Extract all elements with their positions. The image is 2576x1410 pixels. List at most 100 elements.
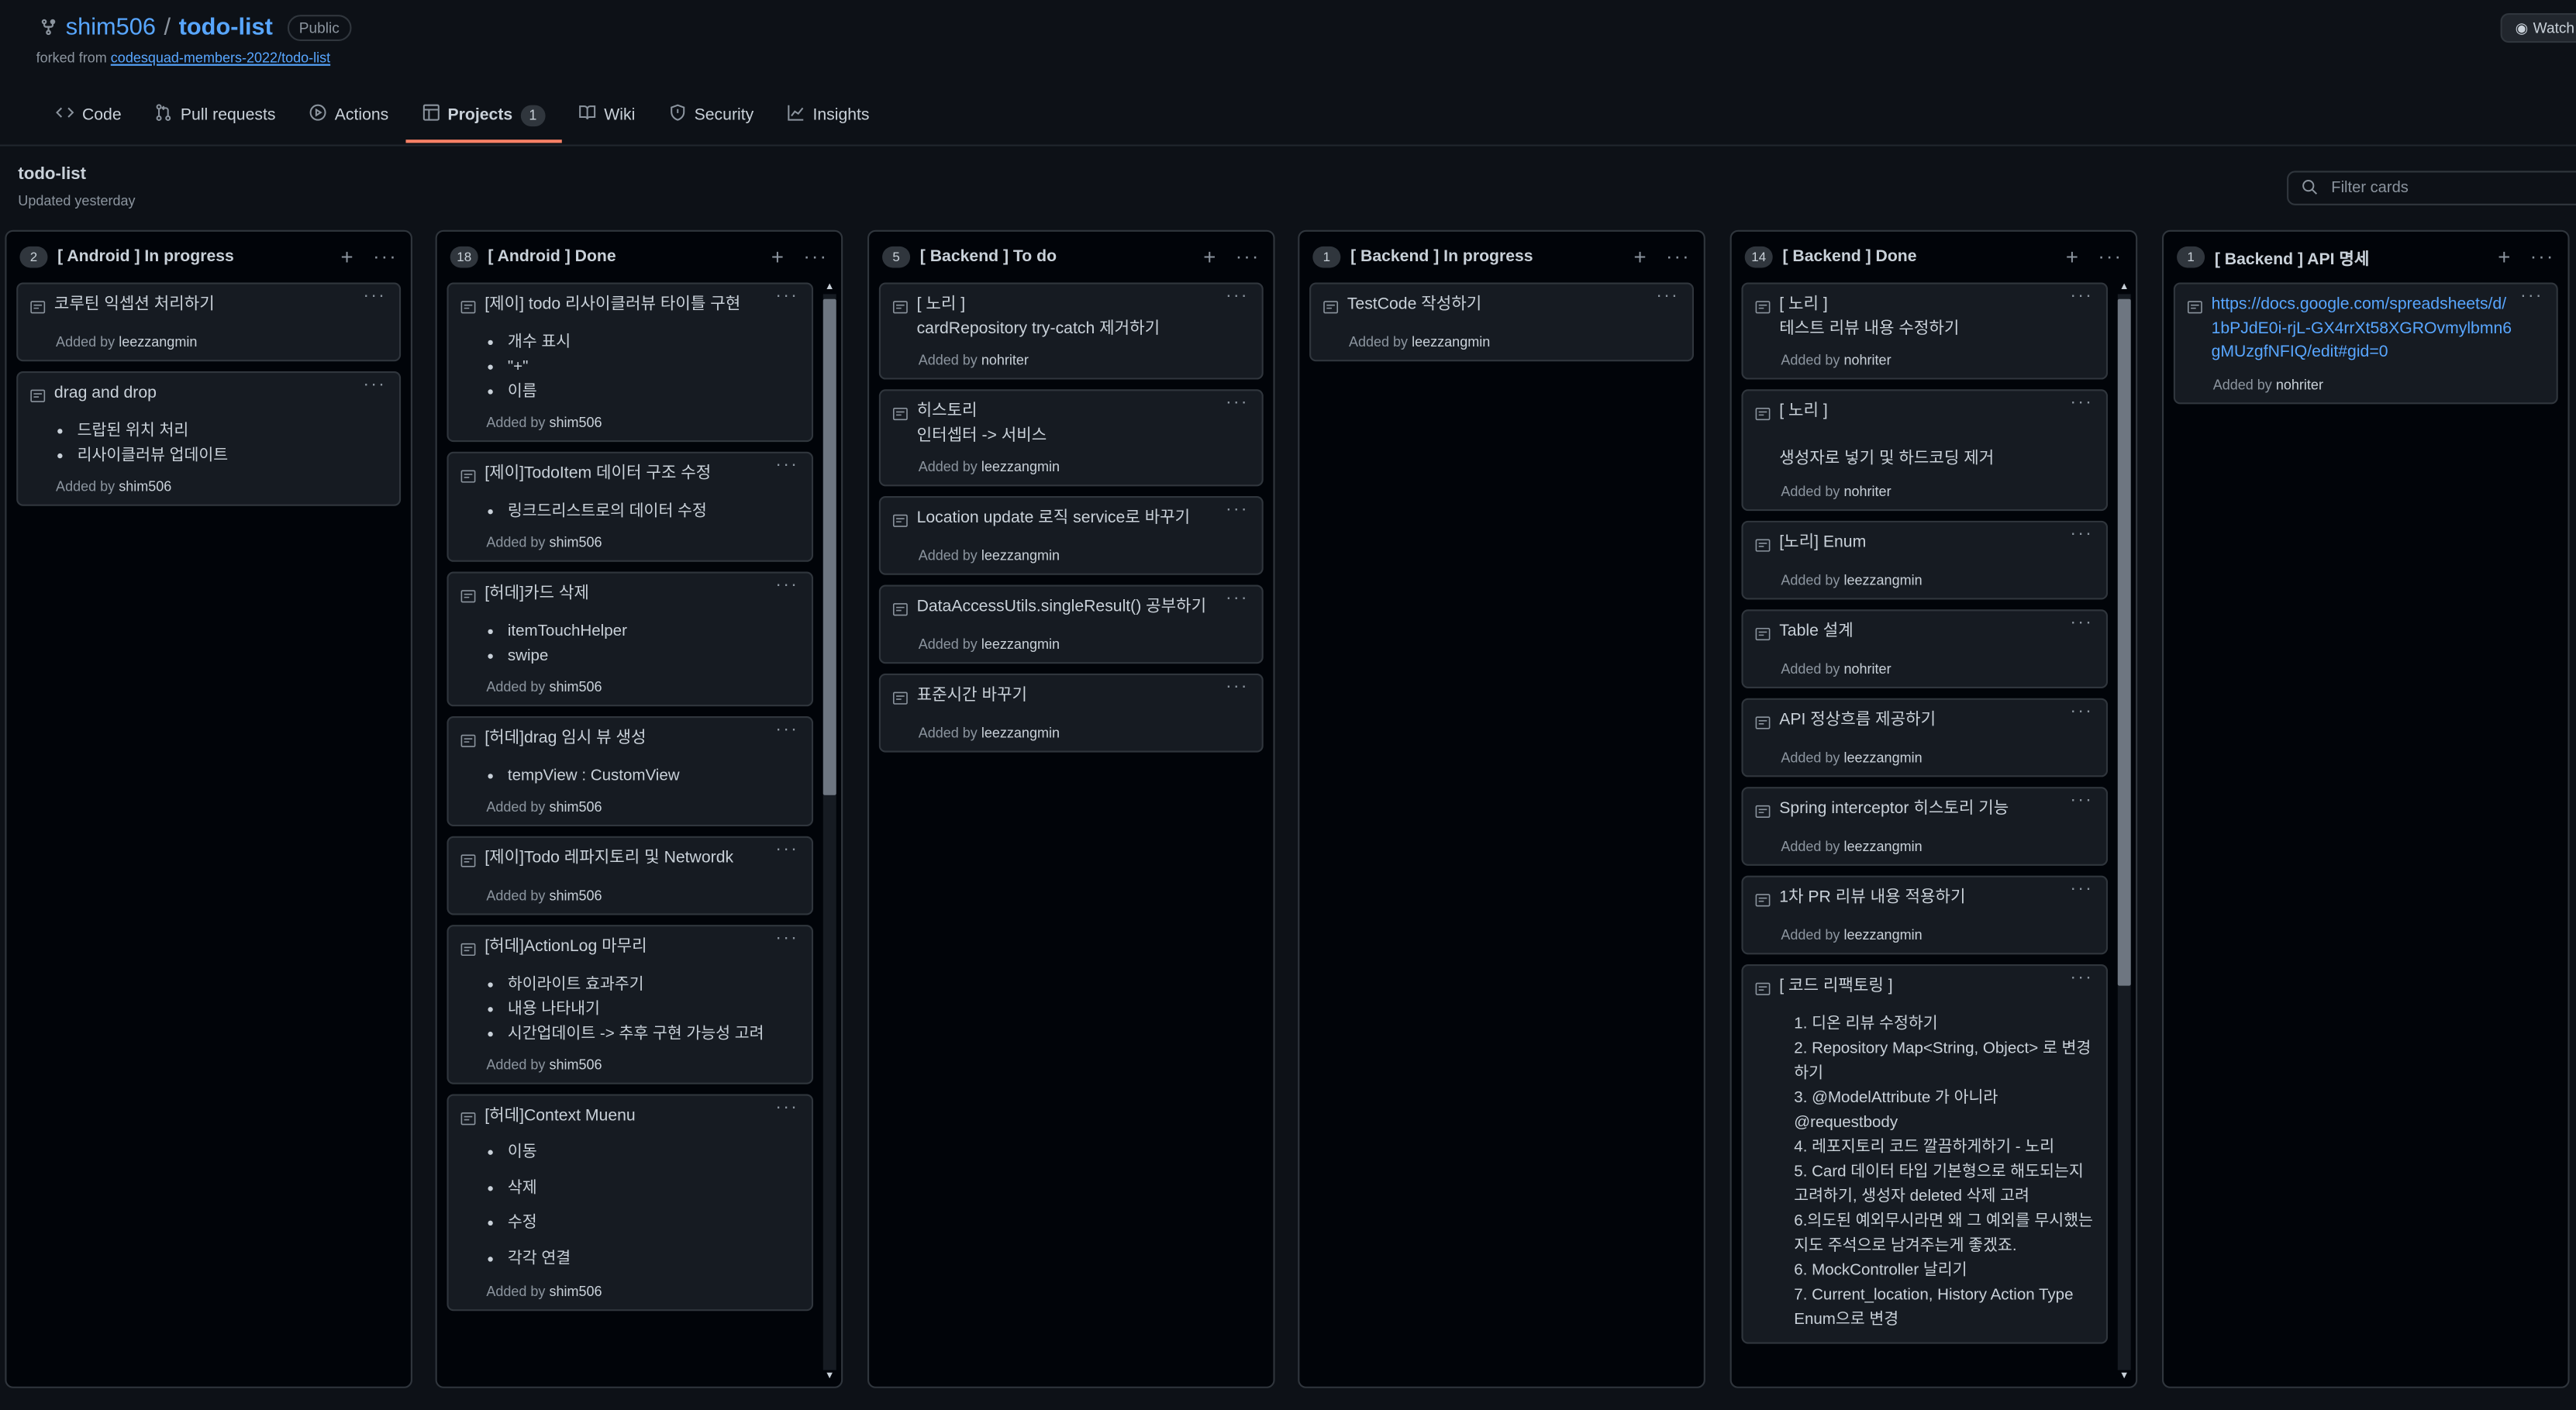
tab-security[interactable]: Security [652, 91, 771, 143]
project-card[interactable]: [ 노리 ] 테스트 리뷰 내용 수정하기 ··· Added by nohrite… [1741, 282, 2109, 380]
tab-code[interactable]: Code [40, 91, 138, 143]
card-author[interactable]: leezzangmin [1412, 333, 1490, 350]
card-author[interactable]: leezzangmin [119, 333, 197, 350]
add-card-icon[interactable]: + [771, 246, 784, 267]
forked-from-link[interactable]: codesquad-members-2022/todo-list [111, 50, 330, 66]
card-menu-icon[interactable]: ··· [775, 839, 798, 859]
project-card[interactable]: drag and drop ··· 드랍된 위치 처리리사이클러뷰 업데이트 Adde… [16, 371, 402, 506]
project-card[interactable]: [허데]Context Muenu ··· 이동삭제수정각각 연결 Added by … [447, 1094, 814, 1312]
card-menu-icon[interactable]: ··· [1226, 393, 1249, 412]
card-menu-icon[interactable]: ··· [1226, 588, 1249, 608]
column-scrollbar[interactable]: ▲ ▼ [2117, 281, 2131, 1383]
card-author[interactable]: shim506 [549, 798, 602, 815]
card-menu-icon[interactable]: ··· [2520, 286, 2543, 305]
card-menu-icon[interactable]: ··· [1226, 677, 1249, 696]
repo-owner-link[interactable]: shim506 [66, 15, 156, 41]
filter-cards-input[interactable] [2328, 177, 2576, 199]
card-menu-icon[interactable]: ··· [2070, 393, 2093, 412]
card-menu-icon[interactable]: ··· [775, 286, 798, 305]
project-card[interactable]: Table 설계 ··· Added by nohriter [1741, 608, 2109, 688]
card-menu-icon[interactable]: ··· [363, 286, 386, 305]
card-author[interactable]: shim506 [549, 414, 602, 430]
card-menu-icon[interactable]: ··· [1226, 286, 1249, 305]
add-card-icon[interactable]: + [2498, 246, 2510, 267]
scroll-down-icon[interactable]: ▼ [823, 1370, 836, 1383]
card-menu-icon[interactable]: ··· [2070, 878, 2093, 898]
project-card[interactable]: [허데]카드 삭제 ··· itemTouchHelperswipe Added by… [447, 571, 814, 707]
tab-projects[interactable]: Projects 1 [405, 91, 562, 143]
add-card-icon[interactable]: + [1633, 246, 1646, 267]
card-author[interactable]: shim506 [119, 478, 171, 495]
project-card[interactable]: API 정상흐름 제공하기 ··· Added by leezzangmin [1741, 697, 2109, 777]
column-menu-icon[interactable]: ··· [803, 246, 828, 266]
card-menu-icon[interactable]: ··· [2070, 286, 2093, 305]
card-author[interactable]: leezzangmin [981, 547, 1060, 564]
card-author[interactable]: nohriter [1843, 482, 1891, 498]
card-menu-icon[interactable]: ··· [775, 928, 798, 947]
scrollbar-thumb[interactable] [822, 298, 836, 795]
project-card[interactable]: 1차 PR 리뷰 내용 적용하기 ··· Added by leezzangmin [1741, 874, 2109, 954]
project-card[interactable]: 표준시간 바꾸기 ··· Added by leezzangmin [878, 673, 1264, 753]
card-menu-icon[interactable]: ··· [775, 455, 798, 474]
project-card[interactable]: [제이]TodoItem 데이터 구조 수정 ··· 링크드리스트로의 데이터 수정… [447, 451, 814, 562]
project-card[interactable]: 코루틴 익셉션 처리하기 ··· Added by leezzangmin [16, 282, 402, 362]
project-card[interactable]: https://docs.google.com/spreadsheets/d/1… [2173, 282, 2558, 404]
column-menu-icon[interactable]: ··· [1236, 246, 1260, 266]
project-card[interactable]: [ 코드 리팩토링 ] ··· 1. 디온 리뷰 수정하기 2. Repository… [1741, 963, 2109, 1343]
scroll-down-icon[interactable]: ▼ [2118, 1370, 2131, 1383]
repo-name-link[interactable]: todo-list [179, 15, 273, 41]
tab-insights[interactable]: Insights [770, 91, 885, 143]
card-author[interactable]: shim506 [549, 534, 602, 550]
project-card[interactable]: 히스토리 인터셉터 -> 서비스 ··· Added by leezzangmin [878, 389, 1264, 487]
project-card[interactable]: [ 노리 ] cardRepository try-catch 제거하기 ··· A… [878, 282, 1264, 380]
add-card-icon[interactable]: + [1203, 246, 1216, 267]
project-card[interactable]: TestCode 작성하기 ··· Added by leezzangmin [1309, 282, 1694, 362]
card-link[interactable]: https://docs.google.com/spreadsheets/d/1… [2212, 295, 2512, 361]
card-author[interactable]: leezzangmin [1843, 837, 1922, 853]
add-card-icon[interactable]: + [2066, 246, 2078, 267]
tab-wiki[interactable]: Wiki [561, 91, 651, 143]
card-author[interactable]: nohriter [981, 352, 1029, 368]
card-menu-icon[interactable]: ··· [2070, 523, 2093, 543]
card-author[interactable]: nohriter [1843, 352, 1891, 368]
column-scrollbar[interactable]: ▲ ▼ [822, 281, 836, 1383]
card-author[interactable]: nohriter [1843, 660, 1891, 676]
add-card-icon[interactable]: + [341, 246, 353, 267]
card-menu-icon[interactable]: ··· [2070, 789, 2093, 808]
card-menu-icon[interactable]: ··· [2070, 612, 2093, 631]
card-author[interactable]: leezzangmin [1843, 571, 1922, 587]
scrollbar-thumb[interactable] [2117, 298, 2131, 986]
card-menu-icon[interactable]: ··· [775, 719, 798, 739]
card-menu-icon[interactable]: ··· [775, 1098, 798, 1117]
column-menu-icon[interactable]: ··· [373, 246, 398, 266]
tab-actions[interactable]: Actions [292, 91, 405, 143]
column-menu-icon[interactable]: ··· [2530, 246, 2555, 266]
card-menu-icon[interactable]: ··· [363, 374, 386, 394]
column-menu-icon[interactable]: ··· [2098, 246, 2123, 266]
card-author[interactable]: shim506 [549, 1057, 602, 1073]
project-card[interactable]: Spring interceptor 히스토리 기능 ··· Added by le… [1741, 786, 2109, 865]
card-author[interactable]: shim506 [549, 1283, 602, 1299]
project-card[interactable]: [ 노리 ] 생성자로 넣기 및 하드코딩 제거 ··· Added by nohr… [1741, 389, 2109, 511]
project-card[interactable]: [노리] Enum ··· Added by leezzangmin [1741, 519, 2109, 599]
card-author[interactable]: shim506 [549, 887, 602, 903]
card-author[interactable]: shim506 [549, 678, 602, 695]
project-card[interactable]: DataAccessUtils.singleResult() 공부하기 ··· Ad… [878, 584, 1264, 664]
card-author[interactable]: leezzangmin [981, 636, 1060, 652]
card-author[interactable]: leezzangmin [981, 725, 1060, 741]
card-author[interactable]: nohriter [2276, 375, 2323, 391]
card-menu-icon[interactable]: ··· [775, 575, 798, 595]
card-author[interactable]: leezzangmin [1843, 926, 1922, 942]
scroll-up-icon[interactable]: ▲ [2118, 281, 2131, 294]
card-menu-icon[interactable]: ··· [2070, 967, 2093, 986]
column-menu-icon[interactable]: ··· [1666, 246, 1691, 266]
card-author[interactable]: leezzangmin [1843, 748, 1922, 764]
watch-button[interactable]: ◉ Watch [2500, 12, 2576, 43]
scroll-up-icon[interactable]: ▲ [823, 281, 836, 294]
project-card[interactable]: [제이] todo 리사이클러뷰 타이틀 구현 ··· 개수 표시"+"이름 Adde… [447, 282, 814, 443]
project-card[interactable]: Location update 로직 service로 바꾸기 ··· Added … [878, 496, 1264, 575]
card-menu-icon[interactable]: ··· [1656, 286, 1679, 305]
card-menu-icon[interactable]: ··· [1226, 499, 1249, 519]
card-menu-icon[interactable]: ··· [2070, 701, 2093, 720]
project-card[interactable]: [제이]Todo 레파지토리 및 Networdk ··· Added by shi… [447, 836, 814, 915]
